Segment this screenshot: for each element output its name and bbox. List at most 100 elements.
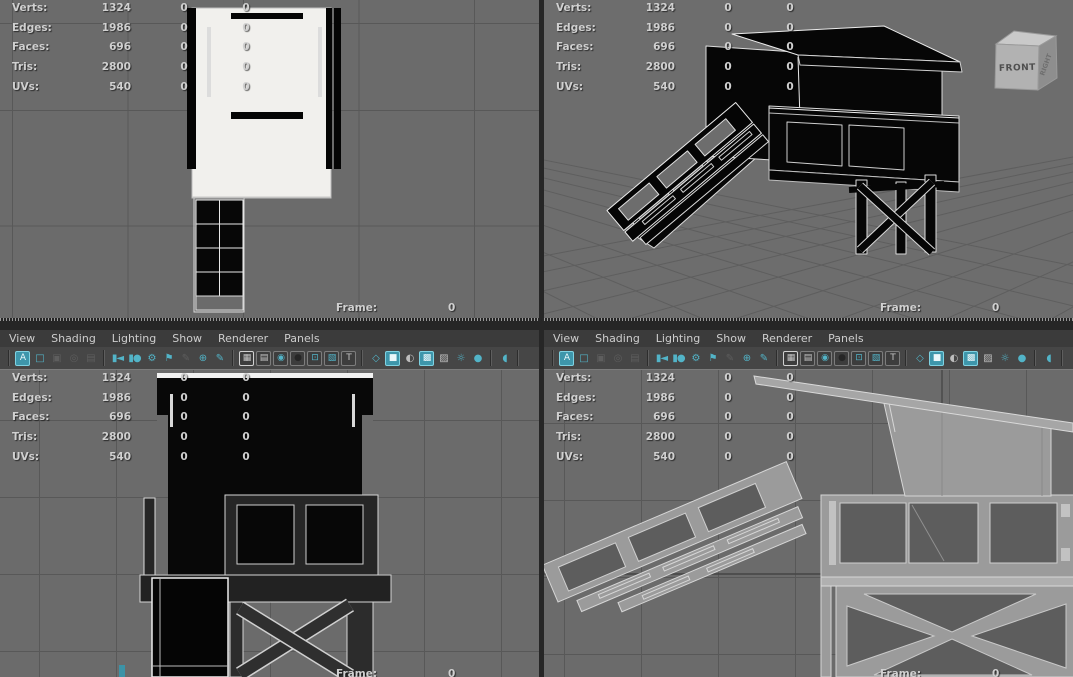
- separator: [361, 350, 363, 366]
- wireframe-mode-icon[interactable]: ◇: [912, 351, 927, 366]
- grease-pencil-icon[interactable]: ✎: [212, 351, 227, 366]
- shadows-toggle-icon[interactable]: ●: [470, 351, 485, 366]
- frame-value: 0: [992, 668, 999, 677]
- lifeguard-tower-perspective-model[interactable]: FRONT RIGHT: [544, 0, 1073, 318]
- textured-sphere-icon[interactable]: ◐: [946, 351, 961, 366]
- lifeguard-tower-front-view-model[interactable]: [0, 370, 539, 677]
- wireframe-mode-icon[interactable]: ◇: [368, 351, 383, 366]
- frame-value: 0: [448, 668, 455, 677]
- lasso-select-icon[interactable]: ▣: [49, 351, 64, 366]
- frame-indicator: Frame: 0: [544, 302, 1073, 318]
- frame-indicator: Frame: 0: [0, 668, 539, 677]
- safe-title-icon[interactable]: T: [341, 351, 356, 366]
- film-gate-icon[interactable]: ▤: [800, 351, 815, 366]
- lifeguard-tower-top-view-model[interactable]: [0, 0, 539, 318]
- bookmark-icon[interactable]: ⚑: [161, 351, 176, 366]
- grid-toggle-icon[interactable]: ▦: [239, 351, 254, 366]
- viewport-side[interactable]: Verts:132400Edges:198600Faces:69600Tris:…: [544, 370, 1073, 677]
- shaded-mode-icon[interactable]: ■: [929, 351, 944, 366]
- roof-fascia: [157, 378, 373, 427]
- camera-icon[interactable]: ▮◄: [110, 351, 125, 366]
- menu-item-view[interactable]: View: [553, 332, 579, 345]
- lasso-select-icon[interactable]: ▣: [593, 351, 608, 366]
- lifeguard-tower-side-view-model[interactable]: [544, 370, 1073, 677]
- separator: [1061, 350, 1063, 366]
- field-chart-icon[interactable]: ⊡: [851, 351, 866, 366]
- menu-item-renderer[interactable]: Renderer: [218, 332, 268, 345]
- menu-item-shading[interactable]: Shading: [595, 332, 640, 345]
- pan-zoom-icon[interactable]: ⊕: [739, 351, 754, 366]
- menu-item-renderer[interactable]: Renderer: [762, 332, 812, 345]
- roof-edge: [157, 373, 373, 378]
- grease-pencil-icon[interactable]: ✎: [756, 351, 771, 366]
- separator: [232, 350, 234, 366]
- separator: [776, 350, 778, 366]
- menu-item-show[interactable]: Show: [172, 332, 202, 345]
- lighting-toggle-icon[interactable]: ☼: [453, 351, 468, 366]
- menu-item-lighting[interactable]: Lighting: [112, 332, 156, 345]
- camera-attributes-icon[interactable]: ⚙: [144, 351, 159, 366]
- separator: [1034, 350, 1036, 366]
- menu-item-shading[interactable]: Shading: [51, 332, 96, 345]
- pane-divider-vertical[interactable]: [539, 0, 544, 677]
- camera-icon[interactable]: ▮◄: [654, 351, 669, 366]
- shadows-toggle-icon[interactable]: ●: [1014, 351, 1029, 366]
- select-layers-icon[interactable]: ▤: [83, 351, 98, 366]
- view-cube-front-label[interactable]: FRONT: [999, 63, 1037, 74]
- safe-title-icon[interactable]: T: [885, 351, 900, 366]
- deck-band: [821, 577, 1073, 586]
- frame-value: 0: [992, 302, 999, 314]
- image-plane-icon[interactable]: ✎: [722, 351, 737, 366]
- field-chart-icon[interactable]: ⊡: [307, 351, 322, 366]
- textured-mode-icon[interactable]: ▩: [963, 351, 978, 366]
- paint-select-icon[interactable]: ◎: [66, 351, 81, 366]
- occlusion-icon[interactable]: ◖: [1041, 351, 1056, 366]
- menu-item-show[interactable]: Show: [716, 332, 746, 345]
- lighting-toggle-icon[interactable]: ☼: [997, 351, 1012, 366]
- gate-mask-icon[interactable]: ●: [290, 351, 305, 366]
- menu-item-view[interactable]: View: [9, 332, 35, 345]
- view-cube[interactable]: FRONT RIGHT: [995, 31, 1057, 90]
- panel-menubar: View Shading Lighting Show Renderer Panels: [0, 330, 539, 347]
- shaded-mode-icon[interactable]: ■: [385, 351, 400, 366]
- gate-mask-icon[interactable]: ●: [834, 351, 849, 366]
- marquee-select-icon[interactable]: □: [576, 351, 591, 366]
- separator: [490, 350, 492, 366]
- image-plane-icon[interactable]: ✎: [178, 351, 193, 366]
- menu-item-panels[interactable]: Panels: [284, 332, 319, 345]
- frame-indicator: Frame: 0: [0, 302, 539, 318]
- lock-camera-icon[interactable]: ▮●: [671, 351, 686, 366]
- occlusion-icon[interactable]: ◖: [497, 351, 512, 366]
- legs: [849, 175, 944, 254]
- marquee-select-icon[interactable]: □: [32, 351, 47, 366]
- menu-item-panels[interactable]: Panels: [828, 332, 863, 345]
- viewport-perspective[interactable]: FRONT RIGHT Verts:132400Edges:198600Face…: [544, 0, 1073, 318]
- use-default-material-icon[interactable]: ▨: [436, 351, 451, 366]
- select-by-name-icon[interactable]: A: [15, 351, 30, 366]
- select-layers-icon[interactable]: ▤: [627, 351, 642, 366]
- separator: [647, 350, 649, 366]
- viewport-front[interactable]: Verts:132400Edges:198600Faces:69600Tris:…: [0, 370, 539, 677]
- use-default-material-icon[interactable]: ▨: [980, 351, 995, 366]
- film-gate-icon[interactable]: ▤: [256, 351, 271, 366]
- lock-camera-icon[interactable]: ▮●: [127, 351, 142, 366]
- textured-mode-icon[interactable]: ▩: [419, 351, 434, 366]
- grid-toggle-icon[interactable]: ▦: [783, 351, 798, 366]
- textured-sphere-icon[interactable]: ◐: [402, 351, 417, 366]
- camera-attributes-icon[interactable]: ⚙: [688, 351, 703, 366]
- ramp-side: [544, 462, 815, 634]
- paint-select-icon[interactable]: ◎: [610, 351, 625, 366]
- menu-item-lighting[interactable]: Lighting: [656, 332, 700, 345]
- roof-top: [192, 8, 331, 198]
- resolution-gate-icon[interactable]: ◉: [817, 351, 832, 366]
- safe-action-icon[interactable]: ▧: [868, 351, 883, 366]
- select-by-name-icon[interactable]: A: [559, 351, 574, 366]
- maya-four-view-layout: Verts:132400Edges:198600Faces:69600Tris:…: [0, 0, 1073, 677]
- leg-post: [821, 586, 831, 677]
- bookmark-icon[interactable]: ⚑: [705, 351, 720, 366]
- safe-action-icon[interactable]: ▧: [324, 351, 339, 366]
- separator: [103, 350, 105, 366]
- pan-zoom-icon[interactable]: ⊕: [195, 351, 210, 366]
- resolution-gate-icon[interactable]: ◉: [273, 351, 288, 366]
- viewport-top-left[interactable]: Verts:132400Edges:198600Faces:69600Tris:…: [0, 0, 539, 318]
